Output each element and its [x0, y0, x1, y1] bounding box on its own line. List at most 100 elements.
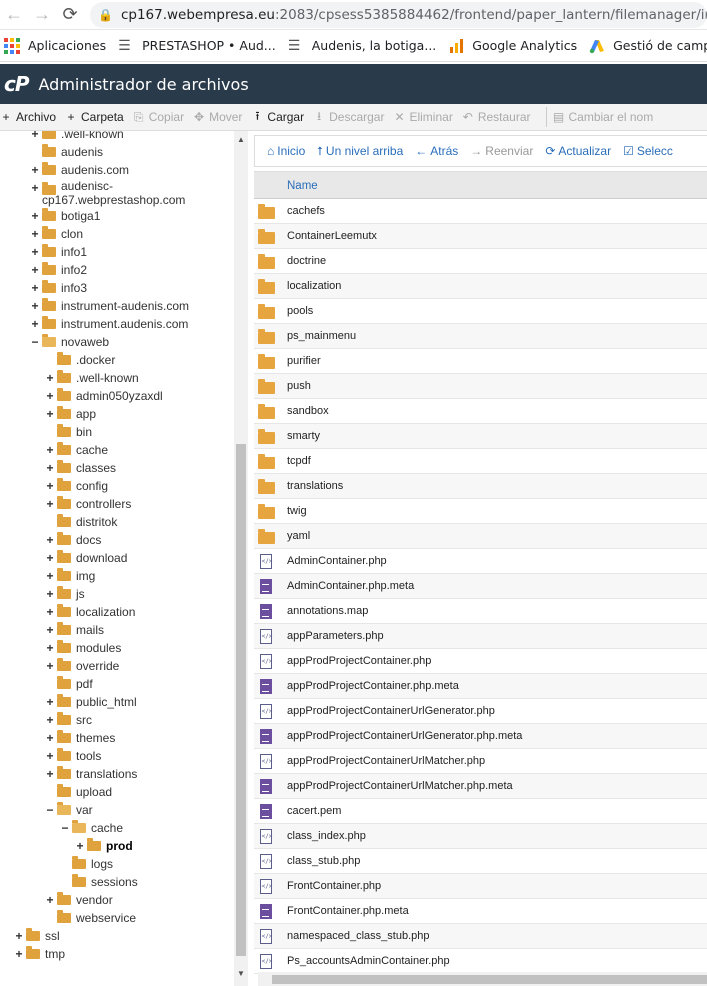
tree-item[interactable]: + public_html — [45, 693, 137, 711]
table-row[interactable]: pools — [254, 299, 707, 324]
tree-item[interactable]: + instrument-audenis.com — [30, 297, 189, 315]
tree-item[interactable]: + instrument.audenis.com — [30, 315, 188, 333]
expand-icon[interactable]: + — [45, 443, 55, 457]
expand-icon[interactable]: + — [30, 163, 40, 177]
bookmark-aplicaciones[interactable]: Aplicaciones — [0, 37, 114, 54]
cpanel-logo[interactable]: cP — [4, 72, 29, 96]
expand-icon[interactable]: + — [45, 659, 55, 673]
table-row[interactable]: appProdProjectContainer.php.meta — [254, 674, 707, 699]
expand-icon[interactable]: + — [75, 839, 85, 853]
table-row[interactable]: class_index.php — [254, 824, 707, 849]
tree-item[interactable]: webservice — [45, 909, 136, 927]
tree-item[interactable]: + clon — [30, 225, 83, 243]
tree-item[interactable]: + admin050yzaxdl — [45, 387, 163, 405]
tree-item[interactable]: .docker — [45, 351, 115, 369]
move-button[interactable]: ✥ Mover — [193, 110, 251, 124]
select-all-button[interactable]: ☑ Selecc — [623, 144, 673, 158]
copy-button[interactable]: ⎘ Copiar — [133, 110, 193, 125]
expand-icon[interactable]: + — [45, 749, 55, 763]
reload-button[interactable]: ⟳ Actualizar — [545, 144, 611, 158]
tree-item[interactable]: + prod — [75, 837, 133, 855]
tree-item[interactable]: + localization — [45, 603, 135, 621]
tree-item[interactable]: pdf — [45, 675, 93, 693]
reload-icon[interactable]: ⟳ — [56, 1, 84, 29]
forward-arrow-icon[interactable]: → — [28, 1, 56, 29]
expand-icon[interactable]: + — [30, 227, 40, 241]
expand-icon[interactable]: + — [45, 695, 55, 709]
tree-item[interactable]: + mails — [45, 621, 104, 639]
tree-item[interactable]: + .well-known — [45, 369, 139, 387]
table-row[interactable]: Ps_accountsAdminContainer.php — [254, 949, 707, 974]
tree-item[interactable]: + themes — [45, 729, 115, 747]
expand-icon[interactable]: + — [45, 497, 55, 511]
tree-item[interactable]: + vendor — [45, 891, 113, 909]
new-file-button[interactable]: + Archivo — [0, 110, 65, 124]
tree-item[interactable]: + override — [45, 657, 119, 675]
expand-icon[interactable]: + — [30, 263, 40, 277]
tree-item[interactable]: + tmp — [14, 945, 65, 963]
home-button[interactable]: ⌂ Inicio — [267, 144, 305, 158]
tree-item[interactable]: + info2 — [30, 261, 87, 279]
collapse-icon[interactable]: − — [30, 335, 40, 349]
up-one-level-button[interactable]: ⭡ Un nivel arriba — [317, 144, 403, 159]
expand-icon[interactable]: + — [45, 623, 55, 637]
expand-icon[interactable]: + — [30, 299, 40, 313]
expand-icon[interactable]: + — [45, 587, 55, 601]
table-row[interactable]: AdminContainer.php — [254, 549, 707, 574]
tree-item[interactable]: + info1 — [30, 243, 87, 261]
table-row[interactable]: twig — [254, 499, 707, 524]
bookmark-prestashop[interactable]: ☰ PRESTASHOP • Aud... — [114, 38, 284, 54]
tree-item[interactable]: + botiga1 — [30, 207, 100, 225]
table-row[interactable]: push — [254, 374, 707, 399]
expand-icon[interactable]: + — [45, 371, 55, 385]
table-row[interactable]: smarty — [254, 424, 707, 449]
expand-icon[interactable]: + — [14, 947, 24, 961]
expand-icon[interactable]: + — [45, 479, 55, 493]
tree-item[interactable]: − cache — [60, 819, 123, 837]
table-row[interactable]: appProdProjectContainer.php — [254, 649, 707, 674]
table-row[interactable]: ContainerLeemutx — [254, 224, 707, 249]
expand-icon[interactable]: + — [45, 731, 55, 745]
table-row[interactable]: appProdProjectContainerUrlMatcher.php.me… — [254, 774, 707, 799]
new-folder-button[interactable]: + Carpeta — [65, 110, 133, 124]
table-row[interactable]: appParameters.php — [254, 624, 707, 649]
back-arrow-icon[interactable]: ← — [0, 1, 28, 29]
tree-item[interactable]: + controllers — [45, 495, 131, 513]
expand-icon[interactable]: + — [30, 317, 40, 331]
table-row[interactable]: yaml — [254, 524, 707, 549]
bookmark-audenis[interactable]: ☰ Audenis, la botiga... — [284, 38, 445, 54]
table-row[interactable]: annotations.map — [254, 599, 707, 624]
expand-icon[interactable]: + — [45, 893, 55, 907]
table-row[interactable]: ps_mainmenu — [254, 324, 707, 349]
rename-button[interactable]: ▤ Cambiar el nom — [553, 110, 663, 124]
tree-item[interactable]: + classes — [45, 459, 116, 477]
expand-icon[interactable]: + — [30, 209, 40, 223]
expand-icon[interactable]: + — [45, 389, 55, 403]
tree-item[interactable]: + cache — [45, 441, 108, 459]
table-row[interactable]: namespaced_class_stub.php — [254, 924, 707, 949]
expand-icon[interactable]: + — [45, 641, 55, 655]
expand-icon[interactable]: + — [30, 281, 40, 295]
table-row[interactable]: sandbox — [254, 399, 707, 424]
back-button[interactable]: ← Atrás — [415, 144, 458, 158]
tree-item[interactable]: − var — [45, 801, 93, 819]
expand-icon[interactable]: + — [14, 929, 24, 943]
tree-item[interactable]: + config — [45, 477, 108, 495]
tree-item[interactable]: + img — [45, 567, 95, 585]
expand-icon[interactable]: + — [45, 533, 55, 547]
tree-item[interactable]: logs — [60, 855, 113, 873]
expand-icon[interactable]: + — [30, 131, 40, 141]
scroll-down-icon[interactable]: ▼ — [237, 969, 245, 978]
bookmark-google-analytics[interactable]: Google Analytics — [444, 38, 585, 54]
tree-item[interactable]: + audenisc-cp167.webprestashop.com — [30, 179, 185, 207]
upload-button[interactable]: ⭱ Cargar — [251, 107, 313, 128]
bookmark-google-ads[interactable]: Gestió de campany... — [585, 38, 707, 54]
tree-item[interactable]: + js — [45, 585, 85, 603]
table-row[interactable]: doctrine — [254, 249, 707, 274]
forward-button[interactable]: → Reenviar — [470, 144, 533, 158]
tree-item[interactable]: + tools — [45, 747, 101, 765]
column-name-header[interactable]: Name — [287, 180, 318, 192]
tree-item[interactable]: sessions — [60, 873, 138, 891]
tree-item[interactable]: + app — [45, 405, 96, 423]
table-row[interactable]: FrontContainer.php.meta — [254, 899, 707, 924]
